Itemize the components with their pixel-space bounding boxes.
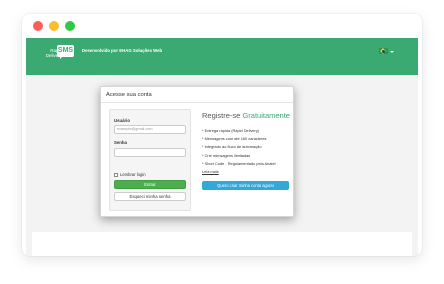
- feature-item: * Integrado ao fluxo de automação: [202, 144, 262, 150]
- register-title-free: Gratuitamente: [242, 111, 290, 120]
- maximize-window-button[interactable]: [65, 21, 75, 31]
- window-titlebar: [22, 14, 422, 38]
- user-label: Usuário: [114, 118, 130, 123]
- enter-button[interactable]: Entrar: [114, 180, 186, 189]
- top-navbar: Rapid Delivery SMS Desenvolvido por EHAG…: [26, 38, 418, 75]
- register-title: Registre-se Gratuitamente: [202, 111, 290, 120]
- password-label: Senha: [114, 140, 127, 145]
- remember-checkbox[interactable]: [114, 172, 118, 177]
- page-bottom-strip: [32, 232, 412, 256]
- feature-item: * Crie mensagens ilimitadas: [202, 152, 251, 158]
- register-title-prefix: Registre-se: [202, 111, 241, 120]
- feature-item: * Mensagens com até 160 caracteres: [202, 136, 267, 142]
- caret-down-icon[interactable]: [390, 51, 394, 53]
- login-modal: Acesse sua conta Usuário example@gmail.c…: [100, 86, 294, 217]
- brazil-flag-icon[interactable]: [379, 48, 388, 54]
- modal-title: Acesse sua conta: [106, 92, 152, 98]
- forgot-password-button[interactable]: Esqueci minha senha: [114, 192, 186, 201]
- signup-button[interactable]: Quero criar minha conta agora!: [202, 181, 289, 190]
- logo-speech-tail: [60, 56, 63, 59]
- feature-item: * Entrega rápida (Rapid Delivery): [202, 128, 260, 133]
- feature-item: * Short Code - Regulamentado pela Anatel: [202, 160, 276, 166]
- flag-globe: [382, 50, 385, 53]
- modal-divider: [101, 102, 293, 103]
- user-input[interactable]: example@gmail.com: [114, 125, 186, 134]
- password-input[interactable]: [114, 148, 186, 157]
- remember-label: Lembrar login: [120, 172, 146, 177]
- read-more-link[interactable]: Leia mais: [202, 169, 219, 174]
- minimize-window-button[interactable]: [49, 21, 59, 31]
- feature-list: * Entrega rápida (Rapid Delivery) * Mens…: [202, 127, 276, 168]
- developer-credit: Desenvolvido por EHAG Soluções Web: [82, 48, 163, 53]
- login-form: Usuário example@gmail.com Senha Lembrar …: [109, 109, 191, 211]
- close-window-button[interactable]: [33, 21, 43, 31]
- user-input-placeholder: example@gmail.com: [117, 127, 153, 131]
- remember-login[interactable]: Lembrar login: [114, 172, 146, 177]
